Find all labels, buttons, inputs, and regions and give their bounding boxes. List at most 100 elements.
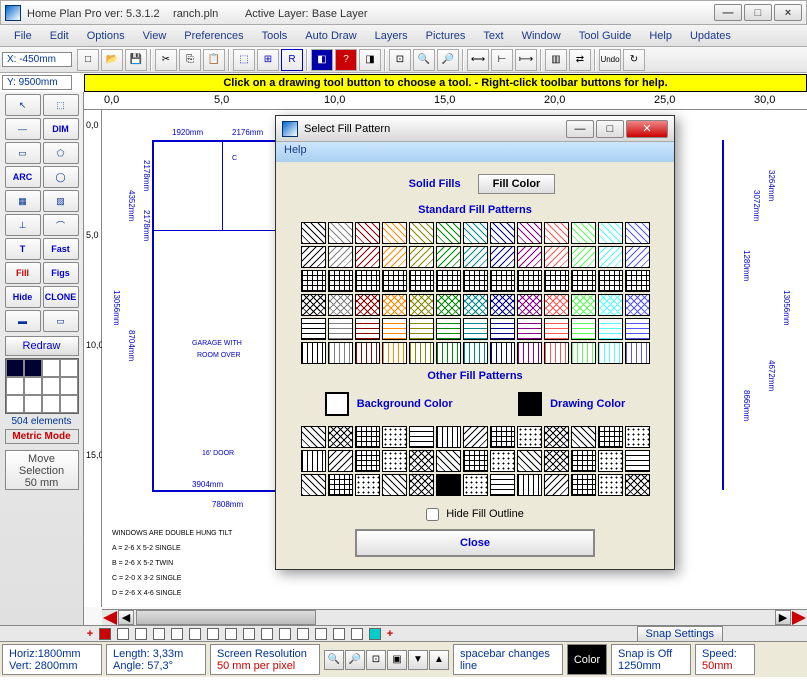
pattern-swatch[interactable] xyxy=(328,474,353,496)
pattern-swatch[interactable] xyxy=(409,294,434,316)
pattern-swatch[interactable] xyxy=(328,342,353,364)
pattern-swatch[interactable] xyxy=(463,474,488,496)
tab-fill-color[interactable]: Fill Color xyxy=(478,174,556,194)
pattern-swatch[interactable] xyxy=(328,318,353,340)
paste-icon[interactable]: 📋 xyxy=(203,49,225,71)
menu-text[interactable]: Text xyxy=(475,28,511,44)
pattern-swatch[interactable] xyxy=(544,246,569,268)
pattern-swatch[interactable] xyxy=(382,474,407,496)
open-icon[interactable]: 📂 xyxy=(101,49,123,71)
pattern-swatch[interactable] xyxy=(490,270,515,292)
pattern-swatch[interactable] xyxy=(436,270,461,292)
pattern-swatch[interactable] xyxy=(463,318,488,340)
pattern-swatch[interactable] xyxy=(517,294,542,316)
pattern-swatch[interactable] xyxy=(544,270,569,292)
pattern-swatch[interactable] xyxy=(328,294,353,316)
hatch-tool[interactable]: ▨ xyxy=(43,190,79,212)
scroll-left-red-icon[interactable] xyxy=(103,611,117,625)
zoom-in-button[interactable]: 🔍 xyxy=(324,650,344,670)
pattern-swatch[interactable] xyxy=(625,450,650,472)
pattern-swatch[interactable] xyxy=(544,342,569,364)
select-tool[interactable]: ↖ xyxy=(5,94,41,116)
pattern-swatch[interactable] xyxy=(625,246,650,268)
menu-file[interactable]: File xyxy=(6,28,40,44)
pattern-swatch[interactable] xyxy=(463,294,488,316)
pattern-swatch[interactable] xyxy=(571,474,596,496)
pattern-swatch[interactable] xyxy=(409,246,434,268)
menu-updates[interactable]: Updates xyxy=(682,28,739,44)
pattern-swatch[interactable] xyxy=(598,426,623,448)
pattern-swatch[interactable] xyxy=(517,426,542,448)
pattern-swatch[interactable] xyxy=(544,294,569,316)
pattern-swatch[interactable] xyxy=(490,474,515,496)
pattern-swatch[interactable] xyxy=(544,222,569,244)
zoom-fit-button[interactable]: ⊡ xyxy=(366,650,386,670)
pattern-swatch[interactable] xyxy=(490,426,515,448)
pattern-swatch[interactable] xyxy=(517,342,542,364)
pattern-swatch[interactable] xyxy=(409,426,434,448)
pattern-swatch[interactable] xyxy=(463,222,488,244)
layer-dot[interactable] xyxy=(153,628,165,640)
layer-dot[interactable] xyxy=(225,628,237,640)
layer-prev-icon[interactable]: + xyxy=(84,628,96,640)
pattern-swatch[interactable] xyxy=(301,294,326,316)
pattern-swatch[interactable] xyxy=(355,426,380,448)
snap-settings-button[interactable]: Snap Settings xyxy=(637,626,724,642)
tool-d-icon[interactable]: ◨ xyxy=(359,49,381,71)
rect-tool[interactable]: ▭ xyxy=(5,142,41,164)
pattern-swatch[interactable] xyxy=(301,222,326,244)
scroll-thumb[interactable] xyxy=(136,610,316,625)
pattern-swatch[interactable] xyxy=(490,342,515,364)
zoom-fit-icon[interactable]: ⊡ xyxy=(389,49,411,71)
text-tool[interactable]: T xyxy=(5,238,41,260)
pattern-swatch[interactable] xyxy=(463,270,488,292)
menu-preferences[interactable]: Preferences xyxy=(176,28,251,44)
pattern-swatch[interactable] xyxy=(517,246,542,268)
close-button[interactable]: × xyxy=(774,4,802,21)
pattern-swatch[interactable] xyxy=(355,270,380,292)
horizontal-scrollbar[interactable]: ◀ ▶ xyxy=(102,609,807,625)
fill-tool[interactable]: Fill xyxy=(5,262,41,284)
hide-outline-checkbox[interactable]: Hide Fill Outline xyxy=(426,508,524,520)
pattern-swatch[interactable] xyxy=(328,450,353,472)
pattern-swatch[interactable] xyxy=(463,450,488,472)
pattern-swatch[interactable] xyxy=(409,474,434,496)
scroll-right-red-icon[interactable] xyxy=(792,611,806,625)
menu-window[interactable]: Window xyxy=(514,28,569,44)
layer-next-icon[interactable]: + xyxy=(384,628,396,640)
pattern-swatch[interactable] xyxy=(598,246,623,268)
pattern-swatch[interactable] xyxy=(625,474,650,496)
pattern-swatch[interactable] xyxy=(625,342,650,364)
poly-tool[interactable]: ⬠ xyxy=(43,142,79,164)
pattern-swatch[interactable] xyxy=(517,318,542,340)
drawing-color-swatch[interactable] xyxy=(518,392,542,416)
background-color-swatch[interactable] xyxy=(325,392,349,416)
layer-dot[interactable] xyxy=(117,628,129,640)
tool-b-icon[interactable]: ⊞ xyxy=(257,49,279,71)
grid-tool[interactable]: ▦ xyxy=(5,190,41,212)
pattern-swatch[interactable] xyxy=(544,426,569,448)
bar-tool[interactable]: ▬ xyxy=(5,310,41,332)
pattern-swatch[interactable] xyxy=(490,450,515,472)
cut-icon[interactable]: ✂ xyxy=(155,49,177,71)
menu-pictures[interactable]: Pictures xyxy=(418,28,474,44)
pattern-swatch[interactable] xyxy=(517,450,542,472)
pattern-swatch[interactable] xyxy=(544,450,569,472)
zoom-dn-button[interactable]: ▼ xyxy=(408,650,428,670)
layer-dot[interactable] xyxy=(189,628,201,640)
pattern-swatch[interactable] xyxy=(328,270,353,292)
tab-solid-fills[interactable]: Solid Fills xyxy=(395,175,475,193)
pattern-swatch[interactable] xyxy=(409,222,434,244)
pattern-swatch[interactable] xyxy=(382,246,407,268)
pattern-swatch[interactable] xyxy=(517,222,542,244)
box-tool[interactable]: ▭ xyxy=(43,310,79,332)
pattern-swatch[interactable] xyxy=(409,270,434,292)
pattern-swatch[interactable] xyxy=(301,426,326,448)
pattern-swatch[interactable] xyxy=(571,294,596,316)
zoom-out-icon[interactable]: 🔎 xyxy=(437,49,459,71)
pattern-swatch[interactable] xyxy=(355,246,380,268)
layer-dot[interactable] xyxy=(279,628,291,640)
pattern-swatch[interactable] xyxy=(625,222,650,244)
menu-tools[interactable]: Tools xyxy=(254,28,296,44)
curve-tool[interactable]: ⌒ xyxy=(43,214,79,236)
